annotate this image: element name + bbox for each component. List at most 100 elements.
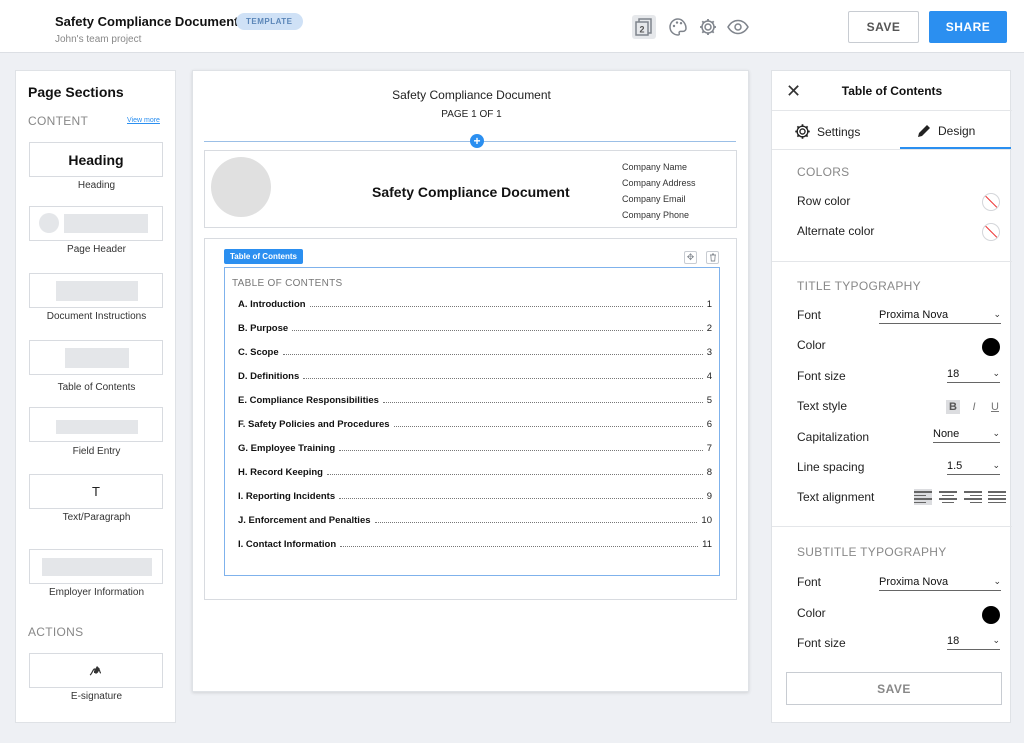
table-of-contents-block[interactable]: TABLE OF CONTENTS A. Introduction 1 B. Pu… [224,267,720,576]
page-header-block[interactable]: Safety Compliance Document Company Name … [204,150,737,228]
toc-entry[interactable]: C. Scope 3 [238,344,712,358]
palette-icon[interactable] [666,15,690,39]
title-capitalization-select[interactable]: None ⌄ [933,425,1000,443]
underline-toggle[interactable]: U [988,400,1002,414]
section-tile-employer-information[interactable] [29,549,163,584]
add-section-plus-icon[interactable]: + [470,134,484,148]
sidebar-title: Page Sections [28,84,124,100]
align-center-icon[interactable] [939,489,957,505]
action-label-e-signature: E-signature [70,691,123,702]
subtitle-font-label: Font [797,575,822,589]
field-placeholder [56,420,138,434]
text-placeholder [65,348,129,368]
logo-placeholder[interactable] [211,157,271,217]
toc-entry[interactable]: H. Record Keeping 8 [238,464,712,478]
align-left-icon[interactable] [914,489,932,505]
panel-title: Table of Contents [841,84,943,98]
section-tile-table-of-contents[interactable] [29,340,163,375]
align-right-icon[interactable] [964,489,982,505]
toc-leader [303,378,703,379]
section-tile-page-header[interactable] [29,206,163,241]
toc-entry[interactable]: J. Enforcement and Penalties 10 [238,512,712,526]
title-font-size-select[interactable]: 18 ⌄ [947,365,1000,383]
toc-leader [292,330,703,331]
project-name: John's team project [55,34,142,45]
divider [772,149,1012,150]
toc-entry-title: I. Reporting Incidents [238,491,336,502]
title-font-select[interactable]: Proxima Nova ⌄ [879,306,1001,324]
divider [772,526,1012,527]
toc-entry[interactable]: I. Reporting Incidents 9 [238,488,712,502]
section-tile-document-instructions[interactable] [29,273,163,308]
text-placeholder [56,281,138,301]
trash-icon[interactable] [706,251,719,264]
top-bar: Safety Compliance Document TEMPLATE John… [0,0,1024,53]
toc-leader [339,498,703,499]
title-line-spacing-label: Line spacing [797,460,865,474]
tab-settings[interactable]: Settings [794,123,860,140]
panel-save-button[interactable]: SAVE [786,672,1002,705]
action-tile-e-signature[interactable] [29,653,163,688]
toc-leader [382,402,703,403]
toc-entry-page: 2 [706,323,712,334]
toc-entry-title: E. Compliance Responsibilities [238,395,379,406]
subtitle-font-size-select[interactable]: 18 ⌄ [947,632,1000,650]
section-tile-field-entry[interactable] [29,407,163,442]
content-section-label: CONTENT [28,114,89,128]
signature-icon [89,665,102,676]
toc-leader [340,546,699,547]
pages-icon[interactable]: 2 [632,15,656,39]
title-line-spacing-value: 1.5 [947,459,963,472]
toc-entry-page: 3 [706,347,712,358]
toc-entry-title: I. Contact Information [238,539,337,550]
title-color-swatch[interactable] [982,338,1000,356]
tab-design[interactable]: Design [916,123,975,139]
toc-entry-page: 6 [706,419,712,430]
alternate-color-swatch[interactable] [982,223,1000,241]
toc-entry[interactable]: G. Employee Training 7 [238,440,712,454]
text-placeholder [64,214,148,233]
section-label-text-paragraph: Text/Paragraph [62,512,131,523]
eye-icon[interactable] [726,15,750,39]
section-tile-text-paragraph[interactable]: T [29,474,163,509]
toc-entry[interactable]: F. Safety Policies and Procedures 6 [238,416,712,430]
save-button[interactable]: SAVE [848,11,919,43]
template-badge: TEMPLATE [236,13,303,30]
align-justify-icon[interactable] [988,489,1006,505]
bold-toggle[interactable]: B [946,400,960,414]
toc-entry[interactable]: D. Definitions 4 [238,368,712,382]
actions-section-label: ACTIONS [28,625,84,639]
document-title[interactable]: Safety Compliance Document [55,14,239,29]
italic-toggle[interactable]: I [967,400,981,414]
properties-panel: ✕ Table of Contents Settings Design COLO… [771,70,1012,723]
toc-entry-title: J. Enforcement and Penalties [238,515,371,526]
title-capitalization-label: Capitalization [797,430,870,444]
toc-leader [339,450,703,451]
toc-entry[interactable]: E. Compliance Responsibilities 5 [238,392,712,406]
title-line-spacing-select[interactable]: 1.5 ⌄ [947,457,1000,475]
section-label-employer-information: Employer Information [48,587,145,598]
toc-entry[interactable]: B. Purpose 2 [238,320,712,334]
toc-entry[interactable]: I. Contact Information 11 [238,536,712,550]
document-canvas: Safety Compliance Document PAGE 1 OF 1 +… [192,70,749,692]
chevron-down-icon: ⌄ [992,428,1000,438]
canvas-doc-title: Safety Compliance Document [392,88,551,102]
company-email: Company Email [622,194,686,204]
chevron-down-icon: ⌄ [993,309,1001,319]
toc-entry-page: 5 [706,395,712,406]
toc-heading: TABLE OF CONTENTS [232,278,343,289]
toc-entry-page: 9 [706,491,712,502]
row-color-swatch[interactable] [982,193,1000,211]
logo-placeholder [39,213,59,233]
subtitle-font-select[interactable]: Proxima Nova ⌄ [879,573,1001,591]
share-button[interactable]: SHARE [929,11,1007,43]
gear-icon[interactable] [696,15,720,39]
move-icon[interactable]: ✥ [684,251,697,264]
section-tile-heading[interactable]: Heading [29,142,163,177]
title-font-value: Proxima Nova [879,308,949,321]
toc-entry-page: 4 [706,371,712,382]
view-more-link[interactable]: View more [127,117,160,124]
toc-entry[interactable]: A. Introduction 1 [238,296,712,310]
subtitle-color-swatch[interactable] [982,606,1000,624]
title-font-size-label: Font size [797,369,846,383]
